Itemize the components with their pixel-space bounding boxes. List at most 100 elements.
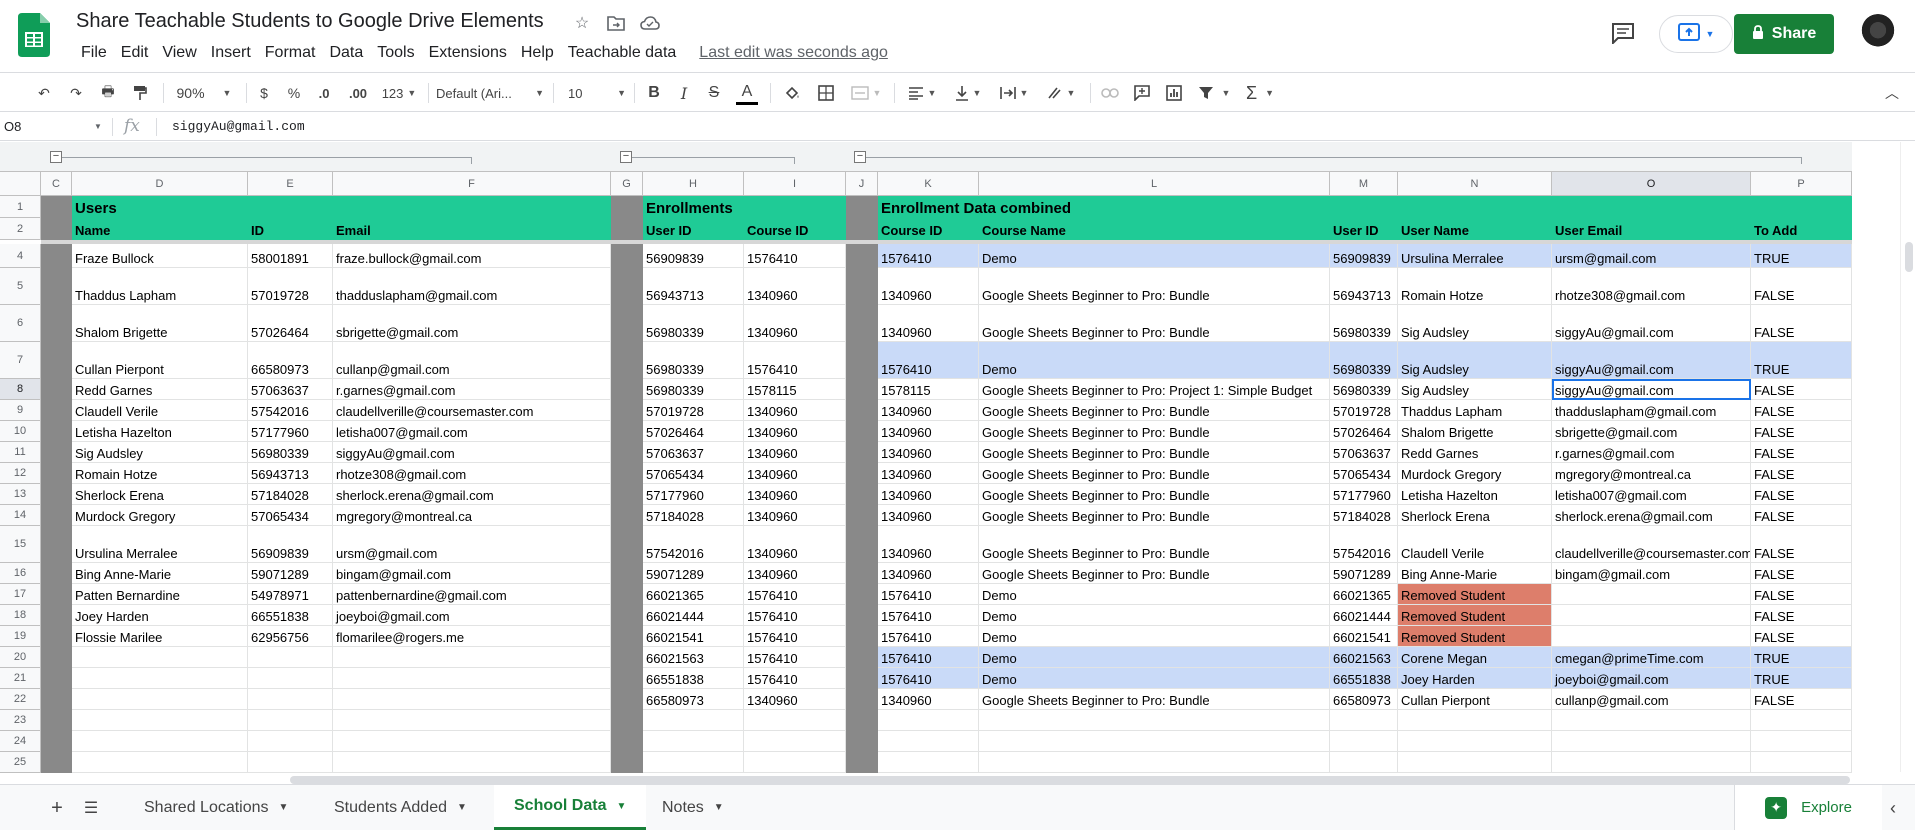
user-name-cell[interactable]: Sherlock Erena xyxy=(72,484,248,505)
separator-cell[interactable] xyxy=(846,605,878,626)
column-label[interactable]: User Name xyxy=(1398,218,1552,240)
user-name-cell[interactable]: Bing Anne-Marie xyxy=(72,563,248,584)
row-header-25[interactable]: 25 xyxy=(0,752,41,773)
paint-format-icon[interactable] xyxy=(128,81,152,105)
user-email-cell[interactable]: ursm@gmail.com xyxy=(333,526,611,563)
percent-format-button[interactable]: % xyxy=(284,81,304,105)
to-add-cell[interactable]: FALSE xyxy=(1751,584,1852,605)
combined-user-name-cell[interactable]: Cullan Pierpont xyxy=(1398,689,1552,710)
tab-students-added[interactable]: Students Added ▼ xyxy=(314,785,487,830)
separator-cell[interactable] xyxy=(41,305,72,342)
header-cell[interactable] xyxy=(248,196,333,218)
combined-user-id-cell[interactable]: 56909839 xyxy=(1330,244,1398,268)
enrollment-course-id-cell[interactable]: 1340960 xyxy=(744,305,846,342)
user-email-cell[interactable]: sbrigette@gmail.com xyxy=(333,305,611,342)
user-email-cell[interactable]: pattenbernardine@gmail.com xyxy=(333,584,611,605)
combined-user-email-cell[interactable]: cullanp@gmail.com xyxy=(1552,689,1751,710)
column-header-g[interactable]: G xyxy=(611,172,643,196)
tab-notes[interactable]: Notes ▼ xyxy=(642,785,744,830)
column-label[interactable]: Course Name xyxy=(979,218,1330,240)
user-name-cell[interactable] xyxy=(72,647,248,668)
enrollment-course-id-cell[interactable]: 1340960 xyxy=(744,689,846,710)
user-email-cell[interactable]: mgregory@montreal.ca xyxy=(333,505,611,526)
to-add-cell[interactable]: FALSE xyxy=(1751,442,1852,463)
borders-icon[interactable] xyxy=(814,81,838,105)
separator-cell[interactable] xyxy=(41,463,72,484)
user-id-cell[interactable] xyxy=(248,752,333,773)
course-name-cell[interactable] xyxy=(979,731,1330,752)
course-id-cell[interactable]: 1340960 xyxy=(878,400,979,421)
separator-cell[interactable] xyxy=(41,526,72,563)
document-title[interactable]: Share Teachable Students to Google Drive… xyxy=(76,10,544,33)
separator-cell[interactable] xyxy=(41,218,72,240)
enrollment-course-id-cell[interactable]: 1340960 xyxy=(744,526,846,563)
row-header-16[interactable]: 16 xyxy=(0,563,41,584)
enrollment-user-id-cell[interactable]: 66021541 xyxy=(643,626,744,647)
user-id-cell[interactable]: 54978971 xyxy=(248,584,333,605)
separator-cell[interactable] xyxy=(611,731,643,752)
column-header-l[interactable]: L xyxy=(979,172,1330,196)
combined-user-name-cell[interactable]: Ursulina Merralee xyxy=(1398,244,1552,268)
separator-cell[interactable] xyxy=(846,526,878,563)
enrollment-course-id-cell[interactable]: 1340960 xyxy=(744,268,846,305)
course-id-cell[interactable]: 1576410 xyxy=(878,668,979,689)
course-id-cell[interactable]: 1576410 xyxy=(878,244,979,268)
to-add-cell[interactable]: TRUE xyxy=(1751,244,1852,268)
course-id-cell[interactable]: 1340960 xyxy=(878,268,979,305)
column-label[interactable]: To Add xyxy=(1751,218,1852,240)
combined-user-id-cell[interactable]: 59071289 xyxy=(1330,563,1398,584)
combined-user-id-cell[interactable]: 56980339 xyxy=(1330,305,1398,342)
to-add-cell[interactable] xyxy=(1751,752,1852,773)
explore-button[interactable]: ✦ Explore xyxy=(1734,785,1882,830)
user-email-cell[interactable] xyxy=(333,689,611,710)
enrollment-course-id-cell[interactable]: 1576410 xyxy=(744,342,846,379)
menu-format[interactable]: Format xyxy=(258,44,323,62)
add-sheet-icon[interactable]: + xyxy=(44,795,70,821)
enrollment-course-id-cell[interactable]: 1576410 xyxy=(744,605,846,626)
enrollment-course-id-cell[interactable] xyxy=(744,731,846,752)
separator-cell[interactable] xyxy=(611,218,643,240)
course-name-cell[interactable]: Google Sheets Beginner to Pro: Bundle xyxy=(979,505,1330,526)
separator-cell[interactable] xyxy=(611,563,643,584)
combined-user-id-cell[interactable]: 66551838 xyxy=(1330,668,1398,689)
course-name-cell[interactable]: Google Sheets Beginner to Pro: Bundle xyxy=(979,305,1330,342)
combined-user-email-cell[interactable] xyxy=(1552,752,1751,773)
user-name-cell[interactable] xyxy=(72,731,248,752)
enrollment-user-id-cell[interactable]: 57184028 xyxy=(643,505,744,526)
side-panel-toggle-icon[interactable]: ‹ xyxy=(1880,795,1906,821)
section-title-enrollments[interactable]: Enrollments xyxy=(643,196,744,218)
filter-icon[interactable]: ▼ xyxy=(1194,81,1234,105)
enrollment-course-id-cell[interactable]: 1576410 xyxy=(744,244,846,268)
user-name-cell[interactable]: Fraze Bullock xyxy=(72,244,248,268)
column-label[interactable]: ID xyxy=(248,218,333,240)
course-id-cell[interactable]: 1576410 xyxy=(878,605,979,626)
course-id-cell[interactable]: 1340960 xyxy=(878,442,979,463)
header-cell[interactable] xyxy=(744,196,846,218)
separator-cell[interactable] xyxy=(41,244,72,268)
user-id-cell[interactable]: 56943713 xyxy=(248,463,333,484)
combined-user-id-cell[interactable]: 57026464 xyxy=(1330,421,1398,442)
separator-cell[interactable] xyxy=(41,584,72,605)
user-name-cell[interactable]: Romain Hotze xyxy=(72,463,248,484)
enrollment-user-id-cell[interactable]: 56980339 xyxy=(643,342,744,379)
course-id-cell[interactable]: 1340960 xyxy=(878,563,979,584)
enrollment-user-id-cell[interactable]: 66551838 xyxy=(643,668,744,689)
combined-user-id-cell[interactable]: 57019728 xyxy=(1330,400,1398,421)
comment-icon[interactable] xyxy=(1608,18,1638,48)
row-header-18[interactable]: 18 xyxy=(0,605,41,626)
user-id-cell[interactable]: 66580973 xyxy=(248,342,333,379)
row-header-19[interactable]: 19 xyxy=(0,626,41,647)
to-add-cell[interactable]: FALSE xyxy=(1751,689,1852,710)
row-header-1[interactable]: 1 xyxy=(0,196,41,218)
separator-cell[interactable] xyxy=(846,463,878,484)
separator-cell[interactable] xyxy=(41,268,72,305)
menu-edit[interactable]: Edit xyxy=(114,44,156,62)
combined-user-email-cell[interactable] xyxy=(1552,605,1751,626)
enrollment-course-id-cell[interactable]: 1340960 xyxy=(744,484,846,505)
user-name-cell[interactable]: Cullan Pierpont xyxy=(72,342,248,379)
user-email-cell[interactable]: sherlock.erena@gmail.com xyxy=(333,484,611,505)
separator-cell[interactable] xyxy=(611,584,643,605)
user-id-cell[interactable]: 57019728 xyxy=(248,268,333,305)
user-name-cell[interactable]: Shalom Brigette xyxy=(72,305,248,342)
user-name-cell[interactable]: Letisha Hazelton xyxy=(72,421,248,442)
